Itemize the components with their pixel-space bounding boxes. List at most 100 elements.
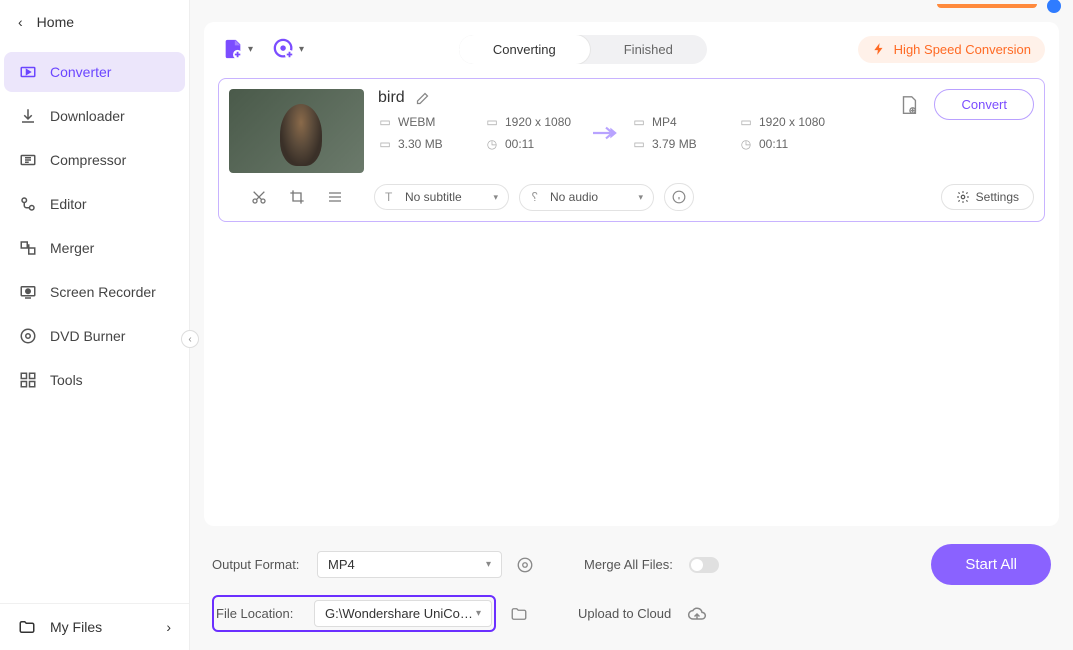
- output-format-settings-icon[interactable]: [516, 556, 534, 574]
- lightning-icon: [872, 42, 886, 56]
- file-item: bird ▭ WEBM ▭ 3.30 MB ▭ 1920 x 1080 ◷ 00:11: [218, 78, 1045, 222]
- chevron-down-icon: ▾: [248, 44, 253, 55]
- chevron-down-icon: ▾: [299, 44, 304, 55]
- audio-icon: ␦: [530, 190, 544, 205]
- chevron-down-icon: ▾: [638, 192, 643, 203]
- video-icon: ▭: [632, 115, 646, 129]
- effects-icon[interactable]: [327, 189, 343, 205]
- add-file-button[interactable]: ▾: [218, 34, 257, 64]
- subtitle-icon: T: [385, 190, 399, 204]
- nav-label: Editor: [50, 196, 87, 212]
- nav-label: Merger: [50, 240, 94, 256]
- sidebar-item-converter[interactable]: Converter: [4, 52, 185, 92]
- sidebar-item-downloader[interactable]: Downloader: [4, 96, 185, 136]
- dst-size: 3.79 MB: [652, 137, 697, 151]
- start-all-button[interactable]: Start All: [931, 544, 1051, 585]
- tab-switcher: Converting Finished: [459, 35, 707, 64]
- file-location-highlight: File Location: G:\Wondershare UniConvert…: [212, 595, 496, 632]
- chevron-right-icon: ›: [166, 619, 171, 635]
- chevron-down-icon: ▾: [476, 608, 481, 619]
- open-folder-icon[interactable]: [510, 605, 528, 623]
- resolution-icon: ▭: [739, 115, 753, 129]
- dst-format: MP4: [652, 115, 677, 129]
- resolution-icon: ▭: [485, 115, 499, 129]
- arrow-right-icon: [592, 123, 620, 143]
- src-res: 1920 x 1080: [505, 115, 571, 129]
- video-thumbnail[interactable]: [229, 89, 364, 173]
- nav-label: Tools: [50, 372, 83, 388]
- nav-label: Converter: [50, 64, 111, 80]
- tools-icon: [18, 370, 38, 390]
- promo-badge[interactable]: [937, 4, 1037, 8]
- dst-res: 1920 x 1080: [759, 115, 825, 129]
- audio-dropdown[interactable]: ␦ No audio ▾: [519, 184, 654, 211]
- merge-label: Merge All Files:: [584, 557, 679, 572]
- file-location-value: G:\Wondershare UniConverter: [325, 606, 475, 621]
- home-label: Home: [37, 14, 74, 30]
- back-icon: ‹: [18, 14, 23, 30]
- add-disc-icon: [273, 38, 295, 60]
- gear-icon: [956, 190, 970, 204]
- my-files-button[interactable]: My Files ›: [0, 603, 189, 650]
- home-nav[interactable]: ‹ Home: [0, 0, 189, 44]
- folder-icon: ▭: [378, 137, 392, 151]
- src-size: 3.30 MB: [398, 137, 443, 151]
- subtitle-dropdown[interactable]: T No subtitle ▾: [374, 184, 509, 210]
- sidebar-collapse-button[interactable]: ‹: [181, 330, 199, 348]
- file-settings-button[interactable]: Settings: [941, 184, 1034, 210]
- merger-icon: [18, 238, 38, 258]
- merge-toggle[interactable]: [689, 557, 719, 573]
- src-dur: 00:11: [505, 137, 534, 151]
- output-format-value: MP4: [328, 557, 355, 572]
- crop-icon[interactable]: [289, 189, 305, 205]
- output-format-label: Output Format:: [212, 557, 307, 572]
- chevron-down-icon: ▾: [486, 559, 491, 570]
- edit-name-icon[interactable]: [415, 91, 430, 106]
- nav-label: DVD Burner: [50, 328, 125, 344]
- hsc-label: High Speed Conversion: [894, 42, 1031, 57]
- file-location-select[interactable]: G:\Wondershare UniConverter ▾: [314, 600, 492, 627]
- src-format: WEBM: [398, 115, 435, 129]
- downloader-icon: [18, 106, 38, 126]
- trim-icon[interactable]: [251, 189, 267, 205]
- convert-button[interactable]: Convert: [934, 89, 1034, 120]
- account-icon[interactable]: [1047, 0, 1061, 13]
- tab-finished[interactable]: Finished: [590, 35, 707, 64]
- file-name: bird: [378, 89, 405, 107]
- sidebar-item-merger[interactable]: Merger: [4, 228, 185, 268]
- audio-value: No audio: [550, 190, 598, 204]
- upload-cloud-label: Upload to Cloud: [578, 606, 673, 621]
- topbar: [190, 0, 1073, 12]
- compressor-icon: [18, 150, 38, 170]
- subtitle-value: No subtitle: [405, 190, 462, 204]
- nav-label: Screen Recorder: [50, 284, 156, 300]
- sidebar-item-dvd-burner[interactable]: DVD Burner: [4, 316, 185, 356]
- nav-label: Downloader: [50, 108, 125, 124]
- sidebar-item-tools[interactable]: Tools: [4, 360, 185, 400]
- sidebar-item-compressor[interactable]: Compressor: [4, 140, 185, 180]
- video-icon: ▭: [378, 115, 392, 129]
- add-disc-button[interactable]: ▾: [269, 34, 308, 64]
- output-format-select[interactable]: MP4 ▾: [317, 551, 502, 578]
- add-file-icon: [222, 38, 244, 60]
- clock-icon: ◷: [485, 137, 499, 151]
- sidebar-item-editor[interactable]: Editor: [4, 184, 185, 224]
- nav-label: Compressor: [50, 152, 126, 168]
- folder-icon: [18, 618, 36, 636]
- tab-converting[interactable]: Converting: [459, 35, 590, 64]
- folder-icon: ▭: [632, 137, 646, 151]
- my-files-label: My Files: [50, 619, 102, 635]
- sidebar-item-screen-recorder[interactable]: Screen Recorder: [4, 272, 185, 312]
- dst-dur: 00:11: [759, 137, 788, 151]
- high-speed-conversion-button[interactable]: High Speed Conversion: [858, 36, 1045, 63]
- chevron-down-icon: ▾: [493, 192, 498, 203]
- settings-label: Settings: [976, 190, 1019, 204]
- editor-icon: [18, 194, 38, 214]
- output-settings-icon[interactable]: [898, 94, 920, 116]
- screen-recorder-icon: [18, 282, 38, 302]
- clock-icon: ◷: [739, 137, 753, 151]
- dvd-burner-icon: [18, 326, 38, 346]
- file-location-label: File Location:: [216, 606, 304, 621]
- cloud-icon[interactable]: [687, 604, 707, 624]
- info-button[interactable]: [664, 183, 694, 211]
